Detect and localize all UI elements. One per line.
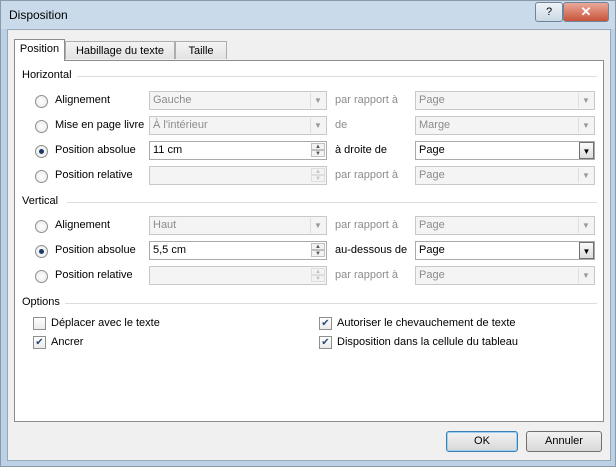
v-relative-position-label: Position relative — [55, 269, 133, 281]
v-alignment-select[interactable]: Haut ▼ — [149, 216, 327, 235]
h-relative-position-spinner[interactable]: ▲ ▼ — [311, 168, 325, 183]
v-absolute-position-label: Position absolue — [55, 244, 136, 256]
cancel-button[interactable]: Annuler — [526, 431, 602, 452]
h-alignment-target: Page — [419, 94, 445, 106]
v-alignment-target-select[interactable]: Page ▼ — [415, 216, 595, 235]
v-absolute-position-value: 5,5 cm — [153, 244, 187, 256]
h-relative-position-relation: par rapport à — [335, 169, 398, 181]
h-alignment-label: Alignement — [55, 94, 111, 106]
v-alignment-target: Page — [419, 219, 445, 231]
title-bar: Disposition ? ✕ — [1, 1, 615, 29]
chevron-down-icon: ▼ — [310, 93, 325, 108]
tab-taille[interactable]: Taille — [175, 41, 227, 59]
help-button[interactable]: ? — [535, 2, 563, 22]
chevron-down-icon: ▼ — [310, 218, 325, 233]
h-absolute-position-target: Page — [419, 144, 445, 156]
v-absolute-position-target-select[interactable]: Page ▼ — [415, 241, 595, 260]
spin-down-icon[interactable]: ▼ — [311, 150, 325, 157]
h-absolute-position-target-select[interactable]: Page ▼ — [415, 141, 595, 160]
spin-up-icon[interactable]: ▲ — [311, 143, 325, 150]
h-relative-position-radio[interactable] — [35, 170, 48, 183]
v-alignment-relation: par rapport à — [335, 219, 398, 231]
h-book-layout-radio[interactable] — [35, 120, 48, 133]
move-with-text-label: Déplacer avec le texte — [51, 317, 160, 329]
v-absolute-position-target: Page — [419, 244, 445, 256]
dialog-title: Disposition — [9, 8, 68, 22]
horizontal-section-title: Horizontal — [22, 69, 72, 81]
position-panel: Horizontal Alignement Gauche ▼ par rappor… — [14, 60, 604, 422]
h-book-layout-target: Marge — [419, 119, 451, 131]
h-alignment-value: Gauche — [153, 94, 192, 106]
v-alignment-value: Haut — [153, 219, 177, 231]
check-icon: ✔ — [321, 337, 330, 348]
close-button[interactable]: ✕ — [563, 2, 609, 22]
chevron-down-icon: ▼ — [578, 93, 593, 108]
h-book-layout-value: À l'intérieur — [153, 119, 208, 131]
chevron-down-icon: ▼ — [578, 168, 593, 183]
chevron-down-icon: ▼ — [578, 218, 593, 233]
v-alignment-label: Alignement — [55, 219, 111, 231]
v-relative-position-spinner[interactable]: ▲ ▼ — [311, 268, 325, 283]
spin-down-icon[interactable]: ▼ — [311, 275, 325, 282]
chevron-down-icon: ▼ — [578, 118, 593, 133]
v-relative-position-input[interactable]: ▲ ▼ — [149, 266, 327, 285]
chevron-down-icon: ▼ — [578, 268, 593, 283]
h-relative-position-label: Position relative — [55, 169, 133, 181]
h-relative-position-input[interactable]: ▲ ▼ — [149, 166, 327, 185]
allow-overlap-label: Autoriser le chevauchement de texte — [337, 317, 516, 329]
ok-button[interactable]: OK — [446, 431, 518, 452]
v-relative-position-target-select[interactable]: Page ▼ — [415, 266, 595, 285]
vertical-section-title: Vertical — [22, 195, 59, 207]
spin-down-icon[interactable]: ▼ — [311, 250, 325, 257]
v-absolute-position-relation: au-dessous de — [335, 244, 408, 256]
allow-overlap-checkbox[interactable]: ✔ — [319, 317, 332, 330]
check-icon: ✔ — [321, 318, 330, 329]
h-book-layout-target-select[interactable]: Marge ▼ — [415, 116, 595, 135]
h-alignment-relation: par rapport à — [335, 94, 398, 106]
layout-in-cell-label: Disposition dans la cellule du tableau — [337, 336, 519, 348]
h-absolute-position-value: 11 cm — [153, 144, 183, 156]
spin-up-icon[interactable]: ▲ — [311, 168, 325, 175]
horizontal-divider — [77, 76, 597, 77]
v-relative-position-target: Page — [419, 269, 445, 281]
move-with-text-checkbox[interactable] — [33, 317, 46, 330]
h-absolute-position-radio[interactable] — [35, 145, 48, 158]
options-section-title: Options — [22, 296, 60, 308]
v-relative-position-relation: par rapport à — [335, 269, 398, 281]
spin-down-icon[interactable]: ▼ — [311, 175, 325, 182]
h-absolute-position-relation: à droite de — [335, 144, 387, 156]
lock-anchor-label: Ancrer — [51, 336, 84, 348]
h-absolute-position-spinner[interactable]: ▲ ▼ — [311, 143, 325, 158]
spin-up-icon[interactable]: ▲ — [311, 268, 325, 275]
chevron-down-icon[interactable]: ▼ — [579, 142, 594, 159]
vertical-divider — [67, 202, 597, 203]
h-book-layout-relation: de — [335, 119, 348, 131]
h-book-layout-select[interactable]: À l'intérieur ▼ — [149, 116, 327, 135]
spin-up-icon[interactable]: ▲ — [311, 243, 325, 250]
dialog-window: Disposition ? ✕ Position Habillage du te… — [0, 0, 616, 467]
h-alignment-select[interactable]: Gauche ▼ — [149, 91, 327, 110]
chevron-down-icon[interactable]: ▼ — [579, 242, 594, 259]
check-icon: ✔ — [35, 337, 44, 348]
v-absolute-position-input[interactable]: 5,5 cm ▲ ▼ — [149, 241, 327, 260]
h-relative-position-target-select[interactable]: Page ▼ — [415, 166, 595, 185]
tab-position[interactable]: Position — [14, 39, 65, 61]
tab-habillage-du-texte[interactable]: Habillage du texte — [65, 41, 175, 59]
v-alignment-radio[interactable] — [35, 220, 48, 233]
layout-in-cell-checkbox[interactable]: ✔ — [319, 336, 332, 349]
h-alignment-target-select[interactable]: Page ▼ — [415, 91, 595, 110]
options-divider — [65, 303, 597, 304]
h-relative-position-target: Page — [419, 169, 445, 181]
h-book-layout-label: Mise en page livre — [55, 119, 145, 131]
v-relative-position-radio[interactable] — [35, 270, 48, 283]
lock-anchor-checkbox[interactable]: ✔ — [33, 336, 46, 349]
v-absolute-position-spinner[interactable]: ▲ ▼ — [311, 243, 325, 258]
v-absolute-position-radio[interactable] — [35, 245, 48, 258]
h-absolute-position-label: Position absolue — [55, 144, 136, 156]
dialog-client: Position Habillage du texte Taille Horiz… — [7, 29, 611, 461]
h-alignment-radio[interactable] — [35, 95, 48, 108]
h-absolute-position-input[interactable]: 11 cm ▲ ▼ — [149, 141, 327, 160]
chevron-down-icon: ▼ — [310, 118, 325, 133]
